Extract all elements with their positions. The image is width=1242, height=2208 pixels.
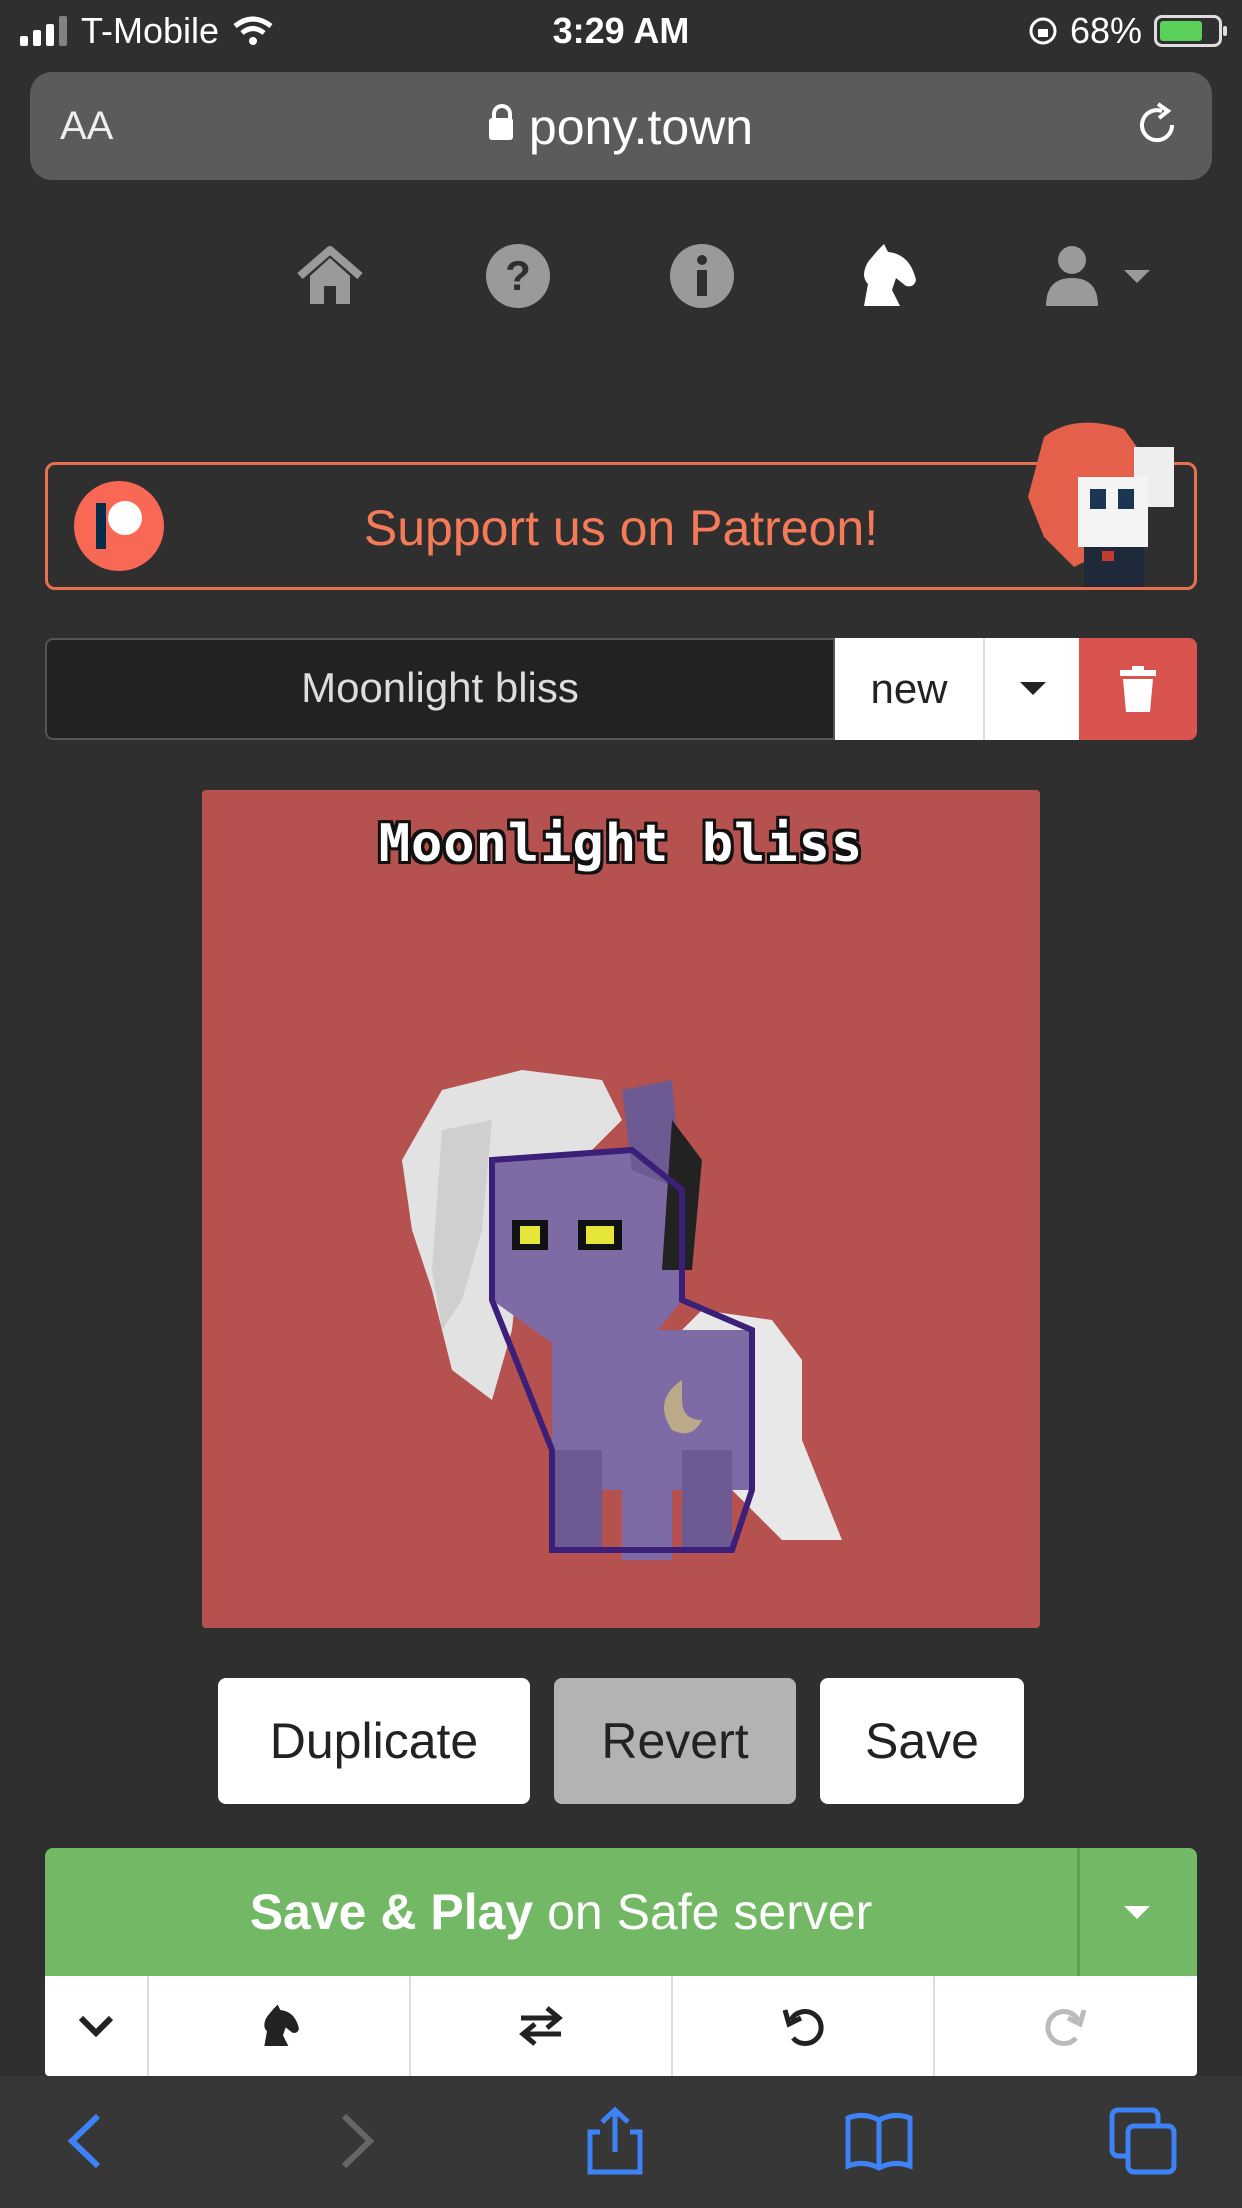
url-display[interactable]: pony.town — [30, 98, 1212, 156]
duplicate-button[interactable]: Duplicate — [218, 1678, 530, 1804]
bookmarks-icon[interactable] — [844, 2106, 914, 2176]
share-icon[interactable] — [580, 2106, 650, 2176]
back-icon[interactable] — [52, 2106, 122, 2176]
save-button[interactable]: Save — [820, 1678, 1024, 1804]
home-icon[interactable] — [294, 240, 366, 312]
swap-button[interactable] — [411, 1976, 673, 2076]
trash-icon — [1120, 666, 1156, 712]
save-and-play-bold: Save & Play — [249, 1884, 534, 1940]
character-list-dropdown[interactable] — [983, 638, 1079, 740]
swap-icon — [519, 2006, 563, 2046]
undo-icon — [782, 2009, 824, 2047]
redo-icon — [1045, 2009, 1087, 2047]
delete-character-button[interactable] — [1079, 638, 1197, 740]
pony-button[interactable] — [149, 1976, 411, 2076]
forward-icon[interactable] — [320, 2106, 390, 2176]
new-character-button[interactable]: new — [835, 638, 983, 740]
save-and-play-label: Save & Play on Safe server — [45, 1848, 1077, 1976]
orientation-lock-icon — [1029, 17, 1057, 45]
character-name-field[interactable]: Moonlight bliss — [45, 638, 835, 740]
user-icon[interactable] — [1040, 240, 1112, 312]
redo-button[interactable] — [935, 1976, 1197, 2076]
patreon-banner[interactable]: Support us on Patreon! — [45, 422, 1197, 590]
character-name-row: Moonlight bliss new — [45, 638, 1197, 740]
save-and-play-server: on Safe server — [533, 1884, 873, 1940]
lock-icon — [488, 104, 513, 140]
chevron-down-icon — [1124, 1906, 1150, 1919]
collapse-button[interactable] — [45, 1976, 149, 2076]
horse-icon — [264, 2004, 299, 2046]
tabs-icon[interactable] — [1108, 2106, 1178, 2176]
help-icon[interactable]: ? — [482, 240, 554, 312]
editor-toolbar — [45, 1976, 1197, 2076]
mascot-pony-icon — [1028, 422, 1174, 587]
character-preview: Moonlight bliss — [202, 790, 1040, 1628]
address-bar[interactable]: AA pony.town — [30, 72, 1212, 180]
browser-toolbar — [0, 2076, 1242, 2208]
preview-name-label: Moonlight bliss — [378, 814, 864, 874]
url-text: pony.town — [528, 99, 754, 155]
battery-percent: 68% — [1069, 10, 1142, 51]
status-bar: T-Mobile 3:29 AM 68% — [0, 0, 1242, 62]
revert-button[interactable]: Revert — [554, 1678, 796, 1804]
reload-icon[interactable] — [1132, 100, 1182, 150]
collapse-icon — [78, 2015, 114, 2037]
chevron-down-icon — [1020, 682, 1046, 695]
save-and-play-button[interactable]: Save & Play on Safe server — [45, 1848, 1197, 1976]
info-icon[interactable] — [666, 240, 738, 312]
pony-sprite — [402, 1070, 842, 1560]
battery-icon — [1154, 15, 1227, 47]
svg-text:?: ? — [505, 252, 531, 299]
horse-icon[interactable] — [850, 240, 922, 312]
undo-button[interactable] — [673, 1976, 935, 2076]
site-nav: ? — [0, 240, 1242, 320]
chevron-down-icon[interactable] — [1124, 270, 1150, 283]
server-select-dropdown[interactable] — [1077, 1848, 1197, 1976]
